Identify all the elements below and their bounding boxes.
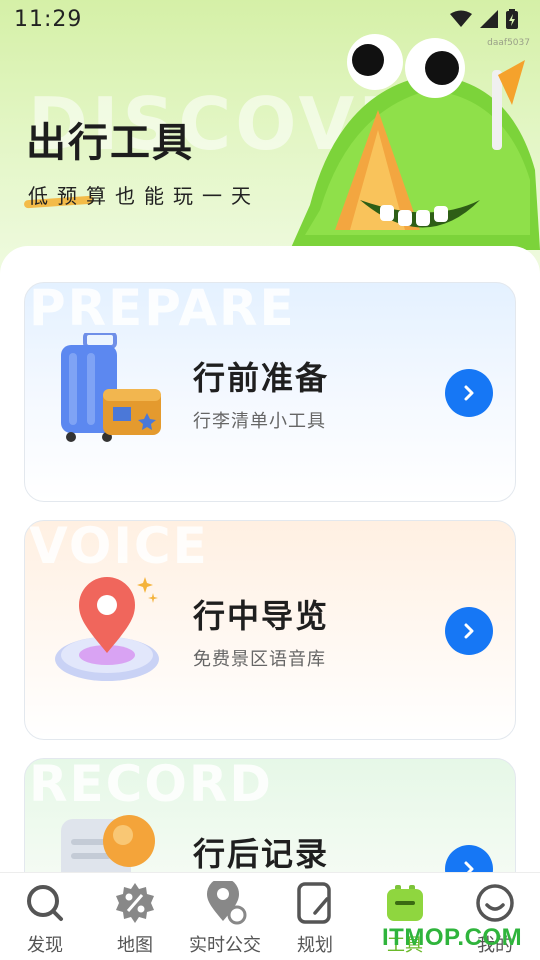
card-watermark-text: RECORD bbox=[29, 758, 273, 813]
page-title: 出行工具 bbox=[26, 120, 194, 166]
card-title: 行中导览 bbox=[193, 597, 330, 635]
card-pre-trip[interactable]: PREPARE 行前准备 行李清单小工具 bbox=[24, 282, 516, 502]
status-icons bbox=[450, 9, 518, 29]
card-in-trip-guide[interactable]: VOICE 行中导览 免费景区语音库 bbox=[24, 520, 516, 740]
card-description: 免费景区语音库 bbox=[193, 649, 326, 670]
location-pin-icon bbox=[55, 577, 159, 681]
card-watermark-text: VOICE bbox=[29, 520, 209, 575]
location-pin-icon bbox=[203, 881, 247, 925]
luggage-icon bbox=[61, 333, 161, 442]
notebook-icon bbox=[293, 881, 337, 925]
tab-realtime-bus[interactable]: 实时公交 bbox=[180, 881, 270, 957]
card-title: 行后记录 bbox=[193, 835, 330, 873]
wifi-icon bbox=[450, 10, 472, 28]
tab-label: 地图 bbox=[117, 935, 153, 956]
card-title: 行前准备 bbox=[193, 359, 330, 397]
card-watermark-text: PREPARE bbox=[29, 282, 296, 337]
tab-discover[interactable]: 发现 bbox=[0, 881, 90, 957]
tab-plan[interactable]: 规划 bbox=[270, 881, 360, 957]
status-time: 11:29 bbox=[14, 6, 83, 32]
tab-label: 实时公交 bbox=[189, 935, 261, 956]
tab-map[interactable]: 地图 bbox=[90, 881, 180, 957]
tab-label: 规划 bbox=[297, 935, 333, 956]
tab-label: 发现 bbox=[27, 935, 63, 956]
status-bar: 11:29 bbox=[0, 0, 540, 38]
signal-icon bbox=[480, 10, 498, 28]
page-subtitle: 低预算也能玩一天 bbox=[28, 184, 260, 208]
map-gear-icon bbox=[113, 881, 157, 925]
card-description: 行李清单小工具 bbox=[193, 411, 326, 432]
search-icon bbox=[23, 881, 67, 925]
chevron-right-icon[interactable] bbox=[445, 369, 493, 417]
battery-icon bbox=[506, 9, 518, 29]
tent-mascot-illustration bbox=[290, 34, 540, 250]
smiley-icon bbox=[473, 881, 517, 925]
chevron-right-icon[interactable] bbox=[445, 607, 493, 655]
site-watermark-text: ITMOP.COM bbox=[382, 924, 523, 951]
toolbox-icon bbox=[383, 881, 427, 925]
